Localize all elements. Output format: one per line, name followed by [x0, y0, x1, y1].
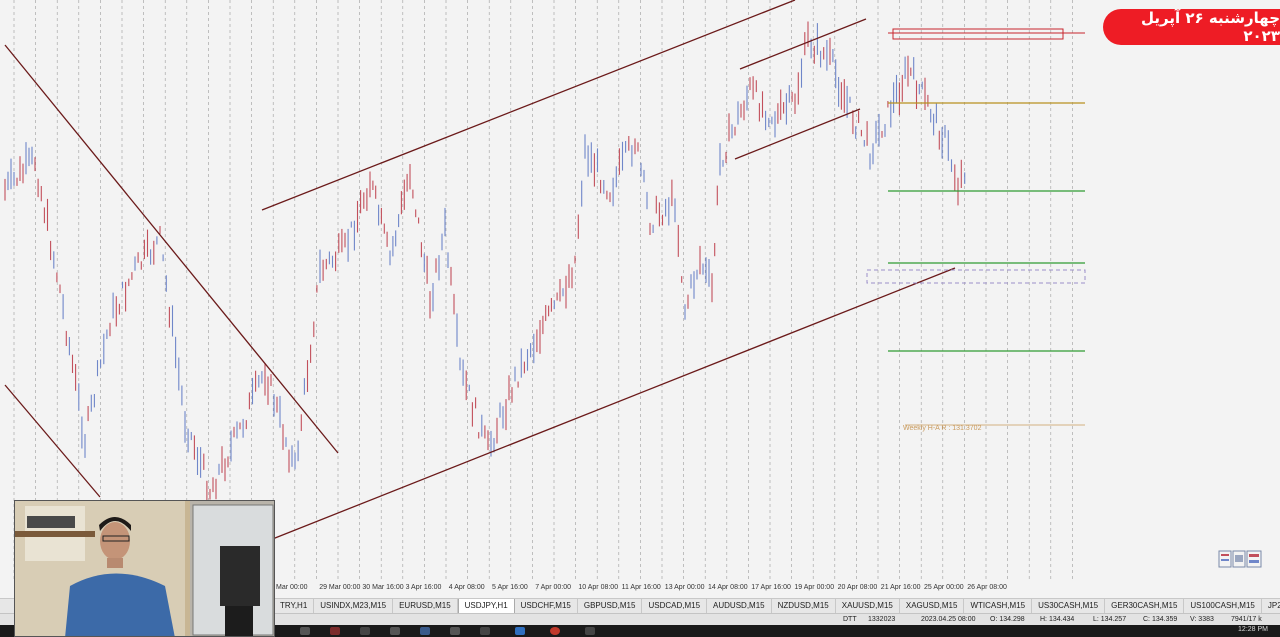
tab-us30cash-m15[interactable]: US30CASH,M15: [1032, 599, 1106, 613]
taskbar-app-icon[interactable]: [330, 627, 340, 635]
status-code: 1332023: [868, 616, 896, 623]
date-label: Mar 00:00: [276, 584, 308, 591]
tab-usdchf-m15[interactable]: USDCHF,M15: [515, 599, 578, 613]
status-profile: DTT: [843, 616, 857, 623]
minor-channel-lower[interactable]: [734, 108, 861, 160]
channel-upper-line[interactable]: [261, 0, 796, 211]
date-label: 14 Apr 08:00: [708, 584, 748, 591]
chart-tools-icon[interactable]: [1218, 550, 1262, 568]
date-label: 29 Mar 00:00: [319, 584, 361, 591]
status-close: C: 134.359: [1143, 616, 1178, 623]
resistance-zone[interactable]: [892, 28, 1064, 40]
channel-lower-line[interactable]: [269, 267, 956, 541]
date-badge: چهارشنبه ۲۶ آپریل ۲۰۲۳: [1103, 9, 1280, 45]
taskbar-app-icon[interactable]: [390, 627, 400, 635]
tab-jp225-m[interactable]: JP225,M: [1262, 599, 1280, 613]
taskbar-app-icon[interactable]: [450, 627, 460, 635]
price-chart[interactable]: [0, 0, 1280, 582]
date-label: 17 Apr 16:00: [751, 584, 791, 591]
tab-ger30cash-m15[interactable]: GER30CASH,M15: [1105, 599, 1185, 613]
status-traffic: 7941/17 k: [1231, 616, 1262, 623]
date-label: 11 Apr 16:00: [621, 584, 661, 591]
pivot-label: Weekly H-A R : 131.3702: [903, 425, 982, 432]
tab-xagusd-m15[interactable]: XAGUSD,M15: [900, 599, 965, 613]
tab-try-h1[interactable]: TRY,H1: [274, 599, 315, 613]
taskbar-app-icon[interactable]: [515, 627, 525, 635]
status-volume: V: 3383: [1190, 616, 1214, 623]
taskbar-app-icon[interactable]: [585, 627, 595, 635]
status-low: L: 134.257: [1093, 616, 1127, 623]
tab-audusd-m15[interactable]: AUDUSD,M15: [707, 599, 772, 613]
taskbar-clock: 12:28 PM: [1238, 626, 1268, 633]
date-label: 7 Apr 00:00: [535, 584, 571, 591]
date-label: 3 Apr 16:00: [405, 584, 442, 591]
tab-xauusd-m15[interactable]: XAUUSD,M15: [836, 599, 900, 613]
candles: [4, 21, 966, 506]
vertical-grid: [13, 0, 1073, 582]
status-datetime: 2023.04.25 08:00: [921, 616, 976, 623]
tab-usdcad-m15[interactable]: USDCAD,M15: [642, 599, 708, 613]
date-label: 30 Mar 16:00: [362, 584, 404, 591]
taskbar-app-icon[interactable]: [550, 627, 560, 635]
chart-area[interactable]: Weekly H-A R : 131.3702: [0, 0, 1280, 582]
date-label: 20 Apr 08:00: [837, 584, 878, 591]
taskbar-app-icon[interactable]: [420, 627, 430, 635]
date-label: 21 Apr 16:00: [880, 584, 921, 591]
minor-channel-upper[interactable]: [739, 18, 867, 70]
taskbar-app-icon[interactable]: [360, 627, 370, 635]
taskbar-app-icon[interactable]: [300, 627, 310, 635]
taskbar-app-icon[interactable]: [480, 627, 490, 635]
tab-nzdusd-m15[interactable]: NZDUSD,M15: [772, 599, 836, 613]
webcam-overlay: [14, 500, 275, 637]
tab-usdjpy-h1[interactable]: USDJPY,H1: [457, 599, 515, 613]
date-label: 13 Apr 00:00: [664, 584, 705, 591]
tab-gbpusd-m15[interactable]: GBPUSD,M15: [578, 599, 643, 613]
tab-eurusd-m15[interactable]: EURUSD,M15: [393, 599, 458, 613]
status-open: O: 134.298: [990, 616, 1025, 623]
presenter-video: [15, 501, 274, 636]
date-label: 26 Apr 08:00: [967, 584, 1007, 591]
falling-trendline-lower[interactable]: [4, 384, 101, 498]
date-label: 25 Apr 00:00: [924, 584, 964, 591]
date-label: 4 Apr 08:00: [448, 584, 485, 591]
status-high: H: 134.434: [1040, 616, 1075, 623]
date-label: 19 Apr 00:00: [794, 584, 835, 591]
date-label: 10 Apr 08:00: [578, 584, 619, 591]
tab-usindx-m23-m15[interactable]: USINDX,M23,M15: [314, 599, 394, 613]
tab-wticash-m15[interactable]: WTICASH,M15: [964, 599, 1033, 613]
tab-us100cash-m15[interactable]: US100CASH,M15: [1184, 599, 1262, 613]
falling-trendline-upper[interactable]: [4, 44, 339, 454]
date-label: 5 Apr 16:00: [492, 584, 528, 591]
